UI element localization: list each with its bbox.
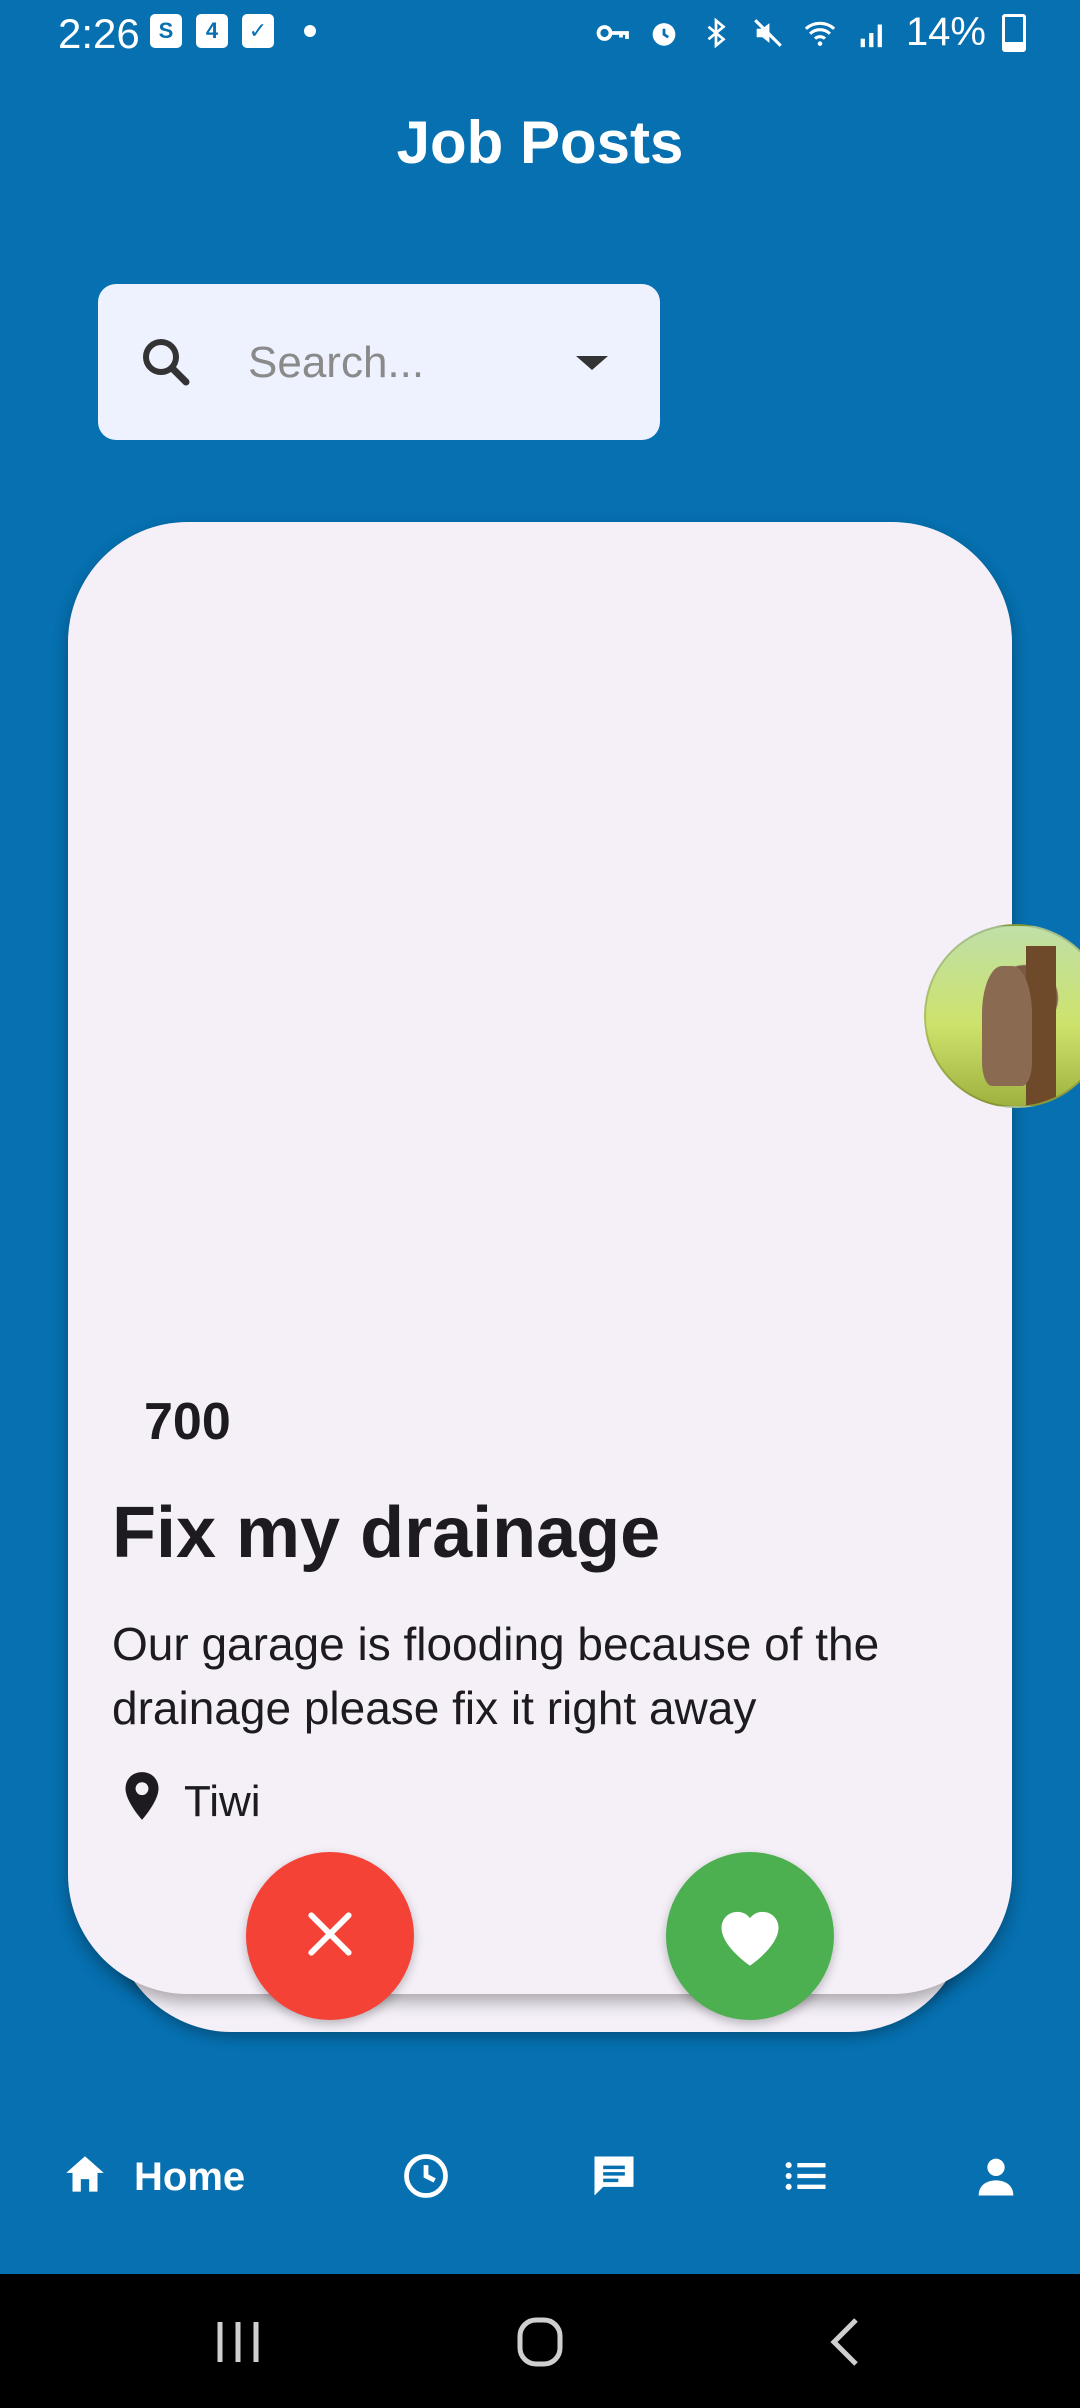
vpn-key-icon: [594, 15, 630, 51]
nav-home-label: Home: [134, 2155, 246, 2199]
nav-chat[interactable]: [588, 2150, 640, 2207]
job-price: 700: [144, 1393, 231, 1451]
job-description: Our garage is flooding because of the dr…: [112, 1618, 880, 1734]
like-button[interactable]: [666, 1852, 834, 2020]
nav-history[interactable]: [400, 2150, 452, 2207]
list-icon: [780, 2150, 832, 2207]
system-status-icons: 14%: [594, 10, 1026, 55]
job-location: Tiwi: [120, 1770, 261, 1833]
bluetooth-icon: [698, 15, 734, 51]
location-pin-icon: [120, 1770, 164, 1833]
chevron-down-icon[interactable]: [576, 356, 608, 370]
nav-list[interactable]: [780, 2150, 832, 2207]
search-icon: [136, 332, 196, 392]
job-location-text: Tiwi: [184, 1776, 261, 1826]
heart-icon: [712, 1899, 788, 1974]
job-card[interactable]: 700 Fix my drainage Our garage is floodi…: [68, 522, 1012, 1994]
back-icon[interactable]: [816, 2314, 876, 2370]
battery-percentage: 14%: [905, 10, 986, 54]
checkbox-icon: ✓: [242, 14, 274, 48]
nav-profile[interactable]: [970, 2150, 1022, 2207]
notification-icons: S 4 ✓: [150, 14, 316, 48]
chat-icon: [588, 2150, 640, 2207]
reject-button[interactable]: [246, 1852, 414, 2020]
search-bar[interactable]: [98, 284, 660, 440]
job-title: Fix my drainage: [112, 1493, 661, 1573]
more-notifications-dot-icon: [304, 25, 316, 37]
wifi-icon: [802, 15, 838, 51]
alarm-icon: [646, 15, 682, 51]
mute-icon: [750, 15, 786, 51]
calendar-icon: 4: [196, 14, 228, 48]
profile-icon: [970, 2150, 1022, 2207]
page-title: Job Posts: [396, 109, 684, 176]
history-icon: [400, 2150, 452, 2207]
system-navigation-bar: [0, 2274, 1080, 2408]
status-bar: 2:26 S 4 ✓ 14%: [0, 0, 1080, 70]
signal-icon: [854, 15, 890, 51]
battery-icon: [1002, 13, 1026, 52]
recent-apps-icon[interactable]: [208, 2314, 268, 2370]
close-icon: [298, 1902, 362, 1971]
home-icon: [60, 2150, 110, 2205]
status-time: 2:26: [58, 10, 140, 57]
home-system-icon[interactable]: [510, 2314, 570, 2370]
nav-home[interactable]: Home: [60, 2150, 245, 2205]
shopping-bag-icon: S: [150, 14, 182, 48]
